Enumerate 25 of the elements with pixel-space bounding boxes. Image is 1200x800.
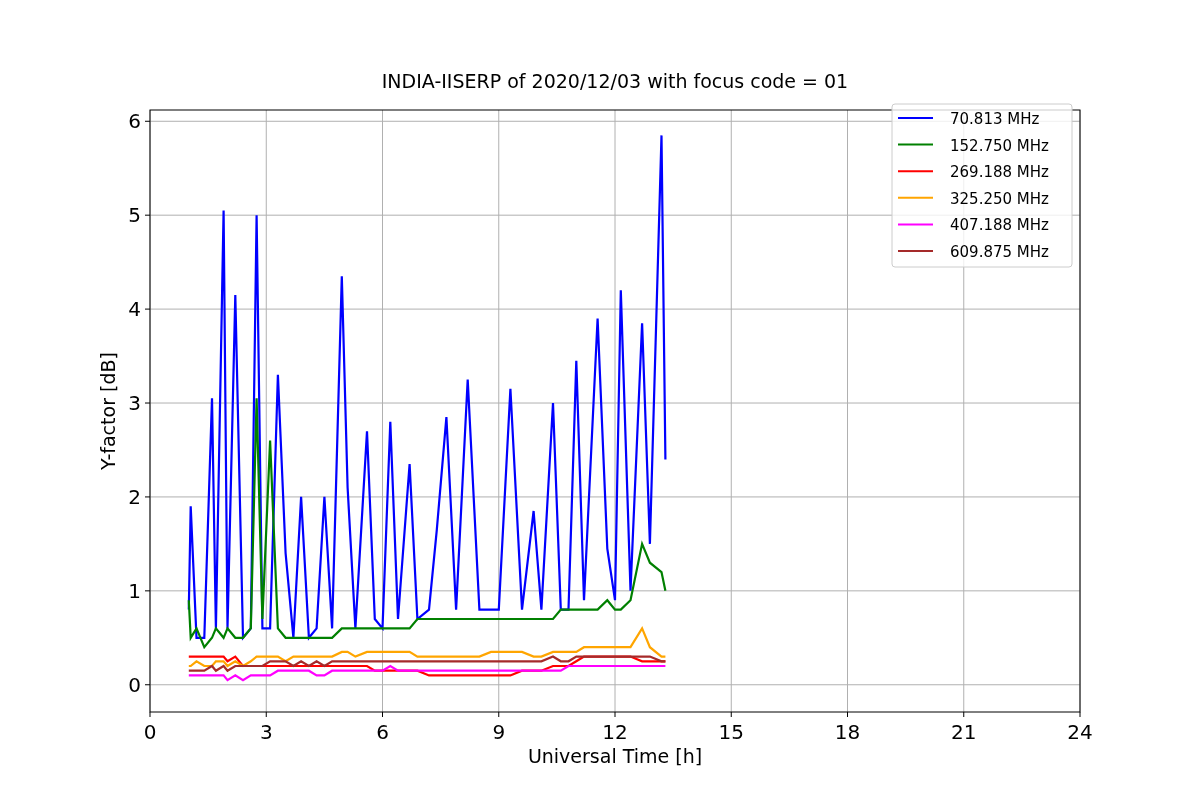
tick-label: 21	[951, 720, 977, 744]
tick-label: 15	[718, 720, 744, 744]
axis-label: Universal Time [h]	[527, 745, 703, 767]
tick-label: 4	[128, 297, 141, 322]
tick-label: 6	[128, 109, 141, 134]
tick-label: 2	[128, 484, 141, 509]
tick-label: 3	[259, 720, 273, 744]
tick-label: 5	[128, 203, 141, 228]
tick-label: 6	[376, 720, 389, 744]
axis-label: Y-factor [dB]	[97, 352, 119, 470]
tick-label: 18	[834, 720, 861, 744]
legend-label: 407.188 MHz	[950, 216, 1049, 235]
chart-title: INDIA-IISERP of 2020/12/03 with focus code = 01	[381, 70, 849, 92]
tick-label: 9	[492, 720, 506, 744]
tick-label: 3	[128, 391, 141, 415]
tick-label: 1	[128, 578, 141, 603]
tick-label: 24	[1067, 720, 1093, 744]
legend-label: 152.750 MHz	[950, 136, 1049, 155]
tick-label: 0	[128, 672, 141, 697]
legend-label: 70.813 MHz	[950, 110, 1040, 128]
legend-label: 609.875 MHz	[950, 243, 1049, 261]
tick-label: 12	[602, 720, 628, 744]
legend-label: 325.250 MHz	[950, 189, 1049, 208]
tick-label: 0	[143, 720, 157, 744]
legend-label: 269.188 MHz	[950, 163, 1049, 182]
